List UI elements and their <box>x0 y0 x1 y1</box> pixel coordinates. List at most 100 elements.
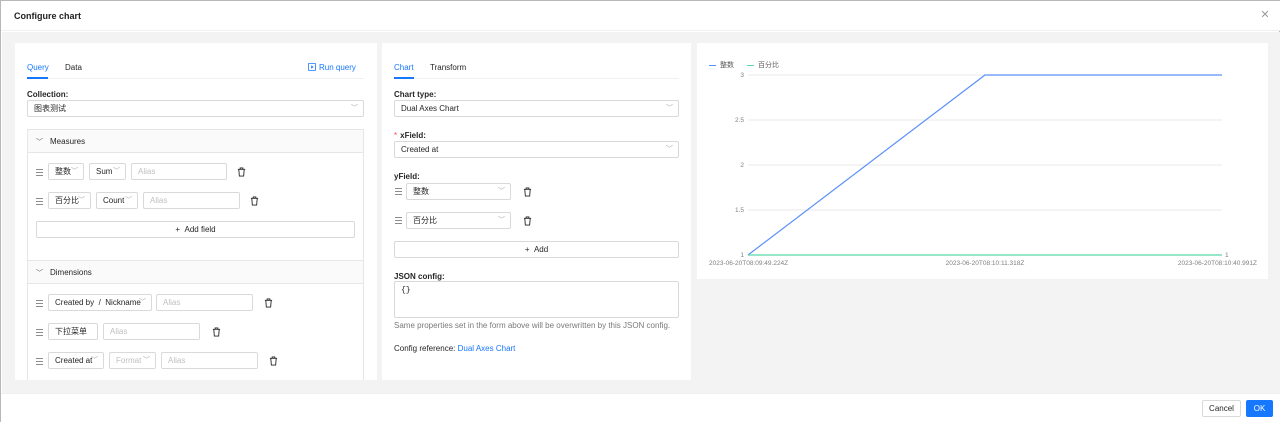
chevron-down-icon: ﹀ <box>78 197 85 204</box>
config-reference-link[interactable]: Dual Axes Chart <box>458 344 516 353</box>
trash-icon[interactable] <box>269 356 278 366</box>
trash-icon[interactable] <box>212 327 221 337</box>
query-panel: Query Data Run query Collection: 图表测试 ﹀ … <box>15 43 377 380</box>
measure-field-select[interactable]: 百分比 ﹀ <box>48 192 91 209</box>
dialog-header: Configure chart ✕ <box>1 1 1280 31</box>
add-field-button[interactable]: + Add field <box>36 221 355 238</box>
dimension-field-select[interactable]: Created by / Nickname ﹀ <box>48 294 152 311</box>
y-right-tick-label: 1 <box>1225 252 1229 259</box>
collection-value: 图表测试 <box>34 104 66 113</box>
collection-select[interactable]: 图表测试 ﹀ <box>27 100 364 117</box>
chart-type-select[interactable]: Dual Axes Chart ﹀ <box>394 100 679 117</box>
chart-config-panel: Chart Transform Chart type: Dual Axes Ch… <box>382 43 691 380</box>
measure-aggregation-select[interactable]: Count ﹀ <box>96 192 138 209</box>
json-config-help: Same properties set in the form above wi… <box>394 321 671 330</box>
config-reference: Config reference: Dual Axes Chart <box>394 344 515 353</box>
drag-handle-icon[interactable] <box>36 198 43 205</box>
tab-query[interactable]: Query <box>27 63 49 72</box>
chevron-down-icon: ﹀ <box>71 168 78 175</box>
tab-divider <box>394 78 679 79</box>
y-tick-label: 2.5 <box>735 117 744 124</box>
chart-preview-panel: 整数 百分比 1 1.5 2 2.5 3 1 2023-06-20T08:09:49.224… <box>697 43 1268 279</box>
chevron-down-icon: ﹀ <box>113 168 120 175</box>
tab-transform[interactable]: Transform <box>430 63 466 72</box>
run-query-label: Run query <box>319 63 356 72</box>
chevron-down-icon: ﹀ <box>125 197 132 204</box>
config-reference-label: Config reference: <box>394 344 458 353</box>
measure-field-select[interactable]: 整数 ﹀ <box>48 163 84 180</box>
xfield-select[interactable]: Created at ﹀ <box>394 141 679 158</box>
measure-aggregation-value: Count <box>103 196 125 205</box>
dimension-alias-input[interactable]: Alias <box>161 352 258 369</box>
dialog-footer: Cancel OK <box>1 393 1280 422</box>
drag-handle-icon[interactable] <box>36 169 43 176</box>
yfield-value: 整数 <box>413 187 429 196</box>
tab-data[interactable]: Data <box>65 63 82 72</box>
dialog: Configure chart ✕ Query Data Run query C… <box>0 0 1280 422</box>
cascader-separator: / <box>98 298 101 307</box>
dimension-alias-input[interactable]: Alias <box>103 323 200 340</box>
dimension-alias-input[interactable]: Alias <box>156 294 253 311</box>
y-tick-label: 1.5 <box>735 207 744 214</box>
xfield-label: * xField: <box>394 131 426 140</box>
dimensions-header[interactable]: ﹀ Dimensions <box>27 260 364 284</box>
drag-handle-icon[interactable] <box>395 188 402 195</box>
tab-chart[interactable]: Chart <box>394 63 414 72</box>
measure-alias-input[interactable]: Alias <box>143 192 240 209</box>
yfield-label: yField: <box>394 172 420 181</box>
yfield-select[interactable]: 百分比 ﹀ <box>406 212 511 229</box>
close-icon[interactable]: ✕ <box>1259 9 1271 21</box>
chart-type-label-text: Chart type <box>394 90 434 99</box>
collection-label: Collection: <box>27 90 69 99</box>
trash-icon[interactable] <box>250 196 259 206</box>
yfield-select[interactable]: 整数 ﹀ <box>406 183 511 200</box>
trash-icon[interactable] <box>264 298 273 308</box>
y-tick-label: 1 <box>740 252 744 259</box>
drag-handle-icon[interactable] <box>36 300 43 307</box>
chart-type-label: Chart type: <box>394 90 437 99</box>
trash-icon[interactable] <box>523 216 532 226</box>
trash-icon[interactable] <box>523 187 532 197</box>
chevron-down-icon: ﹀ <box>351 105 358 112</box>
xfield-label-text: xField <box>400 131 424 140</box>
cancel-button[interactable]: Cancel <box>1202 400 1241 417</box>
dimension-field-value: Created by <box>55 298 95 307</box>
measure-field-value: 百分比 <box>55 196 79 205</box>
measure-alias-input[interactable]: Alias <box>131 163 227 180</box>
chart-type-value: Dual Axes Chart <box>401 104 459 113</box>
json-config-label-text: JSON config <box>394 272 443 281</box>
json-config-textarea[interactable]: {} <box>394 281 679 318</box>
yfield-value: 百分比 <box>413 216 437 225</box>
dimension-format-select[interactable]: Format ﹀ <box>109 352 156 369</box>
alias-placeholder: Alias <box>138 167 156 176</box>
trash-icon[interactable] <box>237 167 246 177</box>
run-query-button[interactable]: Run query <box>308 63 356 72</box>
dimension-field-value: Created at <box>55 356 93 365</box>
dimension-field-select[interactable]: 下拉菜单 <box>48 323 98 340</box>
dimension-field-select[interactable]: Created at ﹀ <box>48 352 104 369</box>
ok-button[interactable]: OK <box>1246 400 1273 417</box>
tab-ink-bar <box>394 77 414 79</box>
measures-body: 整数 ﹀ Sum ﹀ Alias 百分比 ﹀ Count ﹀ Alias + Add f… <box>27 153 364 261</box>
json-config-label: JSON config: <box>394 272 445 281</box>
measures-title: Measures <box>50 137 86 146</box>
play-square-icon <box>308 63 316 71</box>
chevron-down-icon: ﹀ <box>666 146 673 153</box>
add-yfield-button[interactable]: + Add <box>394 241 679 258</box>
alias-placeholder: Alias <box>163 298 181 307</box>
drag-handle-icon[interactable] <box>395 217 402 224</box>
add-label: Add <box>533 245 549 254</box>
y-tick-label: 3 <box>740 72 744 79</box>
drag-handle-icon[interactable] <box>36 329 43 336</box>
chevron-down-icon: ﹀ <box>143 357 150 364</box>
measure-aggregation-select[interactable]: Sum ﹀ <box>89 163 126 180</box>
measures-header[interactable]: ﹀ Measures <box>27 129 364 153</box>
alias-placeholder: Alias <box>168 356 186 365</box>
dimensions-body: Created by / Nickname ﹀ Alias 下拉菜单 Alias… <box>27 284 364 380</box>
alias-placeholder: Alias <box>150 196 168 205</box>
drag-handle-icon[interactable] <box>36 358 43 365</box>
collection-label-text: Collection <box>27 90 66 99</box>
x-tick-label: 2023-06-20T08:09:49.224Z <box>709 260 788 267</box>
y-tick-label: 2 <box>740 162 744 169</box>
chevron-down-icon: ﹀ <box>666 105 673 112</box>
